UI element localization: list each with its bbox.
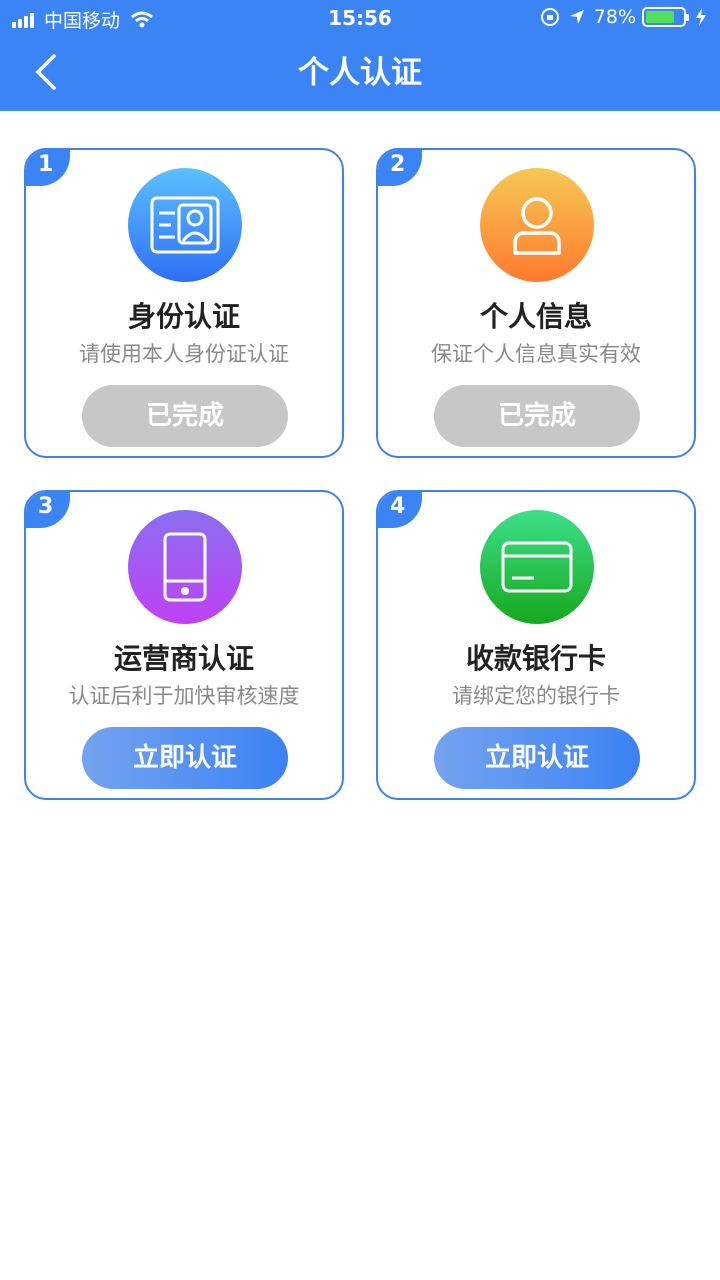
card-title: 运营商认证 — [113, 642, 254, 675]
card-title: 个人信息 — [479, 300, 592, 333]
header: 中国移动 15:56 78% 个人认证 — [0, 0, 720, 111]
card-title: 身份认证 — [127, 300, 240, 333]
card-bank: 4 收款银行卡 请绑定您的银行卡 立即认证 — [376, 490, 696, 800]
card-subtitle: 请使用本人身份证认证 — [79, 342, 289, 366]
battery-icon — [642, 7, 689, 27]
card-subtitle: 认证后利于加快审核速度 — [68, 684, 300, 708]
id-card-icon — [128, 168, 242, 282]
charging-icon — [696, 8, 706, 26]
verify-now-button[interactable]: 立即认证 — [82, 727, 288, 789]
status-bar: 中国移动 15:56 78% — [0, 0, 720, 38]
card-identity: 1 身份认证 请使用本人身份证认证 已完成 — [24, 148, 344, 458]
battery-percent: 78% — [593, 6, 636, 28]
card-personal-info: 2 个人信息 保证个人信息真实有效 已完成 — [376, 148, 696, 458]
location-icon — [569, 10, 584, 24]
card-carrier: 3 运营商认证 认证后利于加快审核速度 立即认证 — [24, 490, 344, 800]
verify-now-button[interactable]: 立即认证 — [434, 727, 640, 789]
phone-icon — [128, 510, 242, 624]
page-title: 个人认证 — [298, 55, 422, 91]
card-title: 收款银行卡 — [465, 642, 606, 675]
bank-card-icon — [480, 510, 594, 624]
card-subtitle: 请绑定您的银行卡 — [452, 684, 620, 708]
step-badge: 2 — [378, 150, 422, 186]
step-badge: 3 — [26, 492, 70, 528]
rotation-lock-icon — [540, 8, 559, 26]
user-icon — [480, 168, 594, 282]
card-subtitle: 保证个人信息真实有效 — [431, 342, 641, 366]
step-badge: 1 — [26, 150, 70, 186]
completed-button[interactable]: 已完成 — [82, 385, 288, 447]
completed-button[interactable]: 已完成 — [434, 385, 640, 447]
step-badge: 4 — [378, 492, 422, 528]
